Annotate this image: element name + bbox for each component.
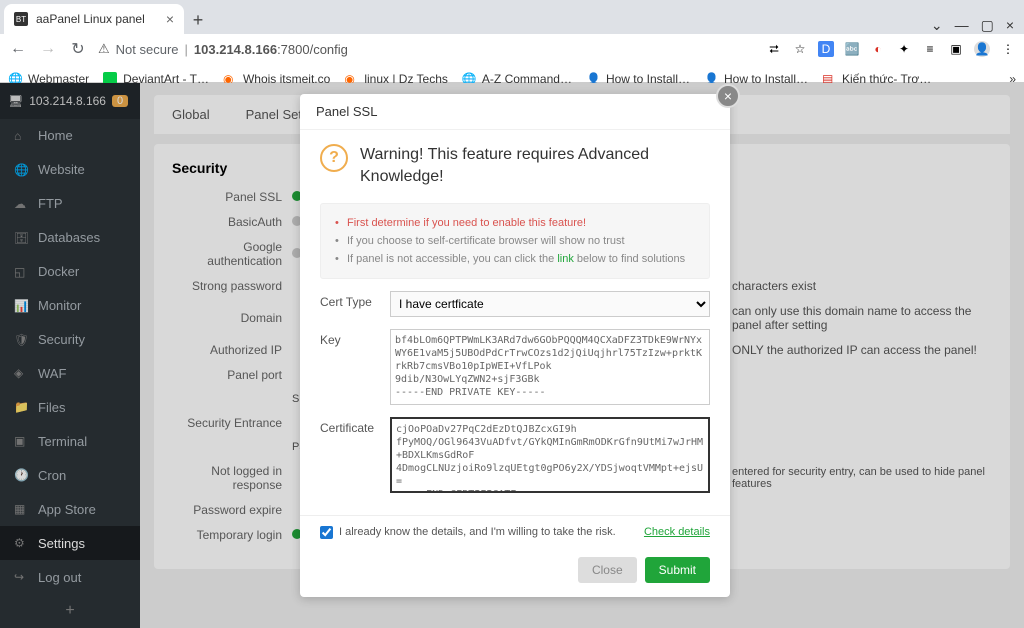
window-close-icon[interactable]: ×: [1006, 17, 1014, 34]
ublock-icon[interactable]: ◐: [870, 41, 886, 57]
browser-tab[interactable]: BT aaPanel Linux panel ×: [4, 4, 184, 34]
minimize-icon[interactable]: —: [955, 17, 969, 34]
link[interactable]: link: [557, 253, 574, 265]
menu-icon[interactable]: ⋮: [1000, 41, 1016, 57]
close-icon[interactable]: ×: [166, 11, 174, 27]
certificate-textarea[interactable]: cjOoPOaDv27PqC2dEzDtQJBZcxGI9h fPyMOQ/OG…: [390, 417, 710, 493]
extension-icon[interactable]: D: [818, 41, 834, 57]
addr-host: 103.214.8.166: [194, 42, 277, 57]
back-icon[interactable]: ←: [8, 40, 28, 58]
agree-checkbox[interactable]: [320, 526, 333, 539]
modal-title: Panel SSL: [300, 94, 730, 130]
agree-label: I already know the details, and I'm will…: [339, 526, 616, 538]
warning-text: Warning! This feature requires Advanced …: [360, 144, 710, 189]
notice-box: First determine if you need to enable th…: [320, 203, 710, 279]
close-icon[interactable]: ×: [716, 84, 740, 108]
favicon: BT: [14, 12, 28, 26]
question-icon: ?: [320, 144, 348, 172]
maximize-icon[interactable]: ▢: [981, 17, 994, 34]
forward-icon[interactable]: →: [38, 40, 58, 58]
new-tab-button[interactable]: +: [184, 6, 212, 34]
submit-button[interactable]: Submit: [645, 557, 710, 583]
check-details-link[interactable]: Check details: [644, 526, 710, 538]
close-button[interactable]: Close: [578, 557, 637, 583]
star-icon[interactable]: ☆: [792, 41, 808, 57]
avatar[interactable]: 👤: [974, 41, 990, 57]
certificate-label: Certificate: [320, 417, 390, 435]
notice-item: If panel is not accessible, you can clic…: [335, 250, 695, 268]
warning-icon: ⚠: [98, 41, 110, 57]
reading-list-icon[interactable]: ≡: [922, 41, 938, 57]
tab-title: aaPanel Linux panel: [36, 12, 145, 26]
reload-icon[interactable]: ↻: [68, 39, 88, 59]
address-bar[interactable]: ⚠ Not secure | 103.214.8.166:7800/config: [98, 41, 756, 57]
not-secure-label: Not secure: [116, 42, 179, 57]
panel-ssl-modal: × Panel SSL ? Warning! This feature requ…: [300, 94, 730, 597]
chevron-down-icon[interactable]: ⌄: [931, 17, 943, 34]
notice-item: If you choose to self-certificate browse…: [335, 232, 695, 250]
extensions-icon[interactable]: ✦: [896, 41, 912, 57]
key-label: Key: [320, 329, 390, 347]
key-textarea[interactable]: bf4bLOm6QPTPWmLK3ARd7dw6GObPQQQM4QCXaDFZ…: [390, 329, 710, 405]
cert-type-label: Cert Type: [320, 291, 390, 309]
addr-path: :7800/config: [277, 42, 348, 57]
cert-type-select[interactable]: I have certficate: [390, 291, 710, 317]
translate-icon[interactable]: 🔤: [844, 41, 860, 57]
notice-item: First determine if you need to enable th…: [335, 214, 695, 232]
tab-icon[interactable]: ▣: [948, 41, 964, 57]
share-icon[interactable]: ⮂: [766, 41, 782, 57]
